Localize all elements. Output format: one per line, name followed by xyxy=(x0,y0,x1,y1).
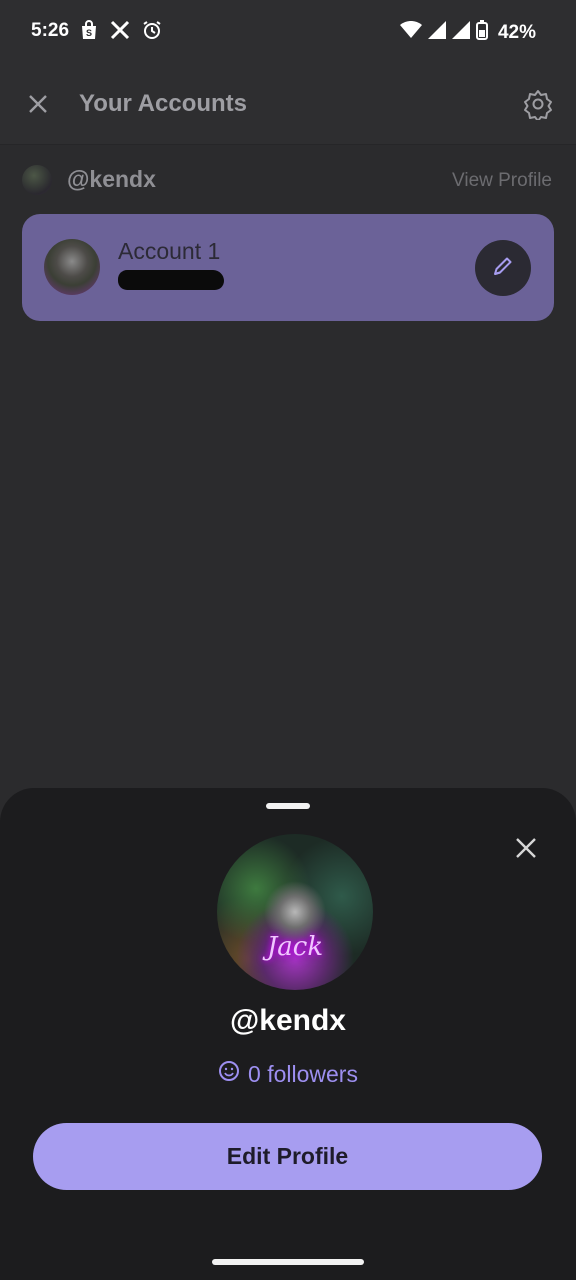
account-header: @kendx View Profile xyxy=(0,160,576,200)
signal-icon xyxy=(451,21,470,44)
pencil-icon xyxy=(490,253,516,284)
battery-icon xyxy=(475,20,488,45)
status-time: 5:26 xyxy=(31,20,70,41)
sheet-drag-handle[interactable] xyxy=(266,803,310,809)
close-icon[interactable] xyxy=(512,834,540,862)
edit-account-button[interactable] xyxy=(475,240,531,296)
avatar xyxy=(44,239,100,295)
x-logo-icon xyxy=(110,20,130,45)
status-bar: 5:26 S 42% xyxy=(0,0,576,64)
gesture-navigation-bar[interactable] xyxy=(212,1259,364,1265)
signal-icon xyxy=(427,21,446,44)
profile-bottom-sheet: Jack @kendx 0 followers Edit Profile xyxy=(0,788,576,1280)
followers-count[interactable]: 0 followers xyxy=(0,1060,576,1088)
profile-username: @kendx xyxy=(230,1004,346,1037)
shopping-bag-icon: S xyxy=(80,20,98,45)
account-username: @kendx xyxy=(67,166,156,192)
account-name: Account 1 xyxy=(118,238,221,264)
page-title: Your Accounts xyxy=(79,90,248,117)
avatar-neon-text: Jack xyxy=(266,932,324,962)
alarm-icon xyxy=(142,20,162,45)
smiley-icon xyxy=(218,1060,240,1088)
status-system-icons: 42% xyxy=(399,20,536,45)
status-notification-icons: S xyxy=(80,20,162,45)
battery-percent: 42% xyxy=(497,21,536,43)
close-icon[interactable] xyxy=(24,90,52,118)
edit-profile-button[interactable]: Edit Profile xyxy=(33,1123,542,1190)
wifi-icon xyxy=(399,20,422,44)
profile-avatar: Jack xyxy=(217,834,373,990)
svg-text:S: S xyxy=(86,28,92,38)
avatar xyxy=(22,165,52,195)
gear-icon[interactable] xyxy=(522,88,554,122)
app-bar: Your Accounts xyxy=(0,64,576,145)
account-card[interactable]: Account 1 xyxy=(22,214,554,321)
followers-label: 0 followers xyxy=(248,1060,358,1087)
view-profile-link[interactable]: View Profile xyxy=(452,170,552,192)
redacted-subtitle xyxy=(118,270,224,290)
